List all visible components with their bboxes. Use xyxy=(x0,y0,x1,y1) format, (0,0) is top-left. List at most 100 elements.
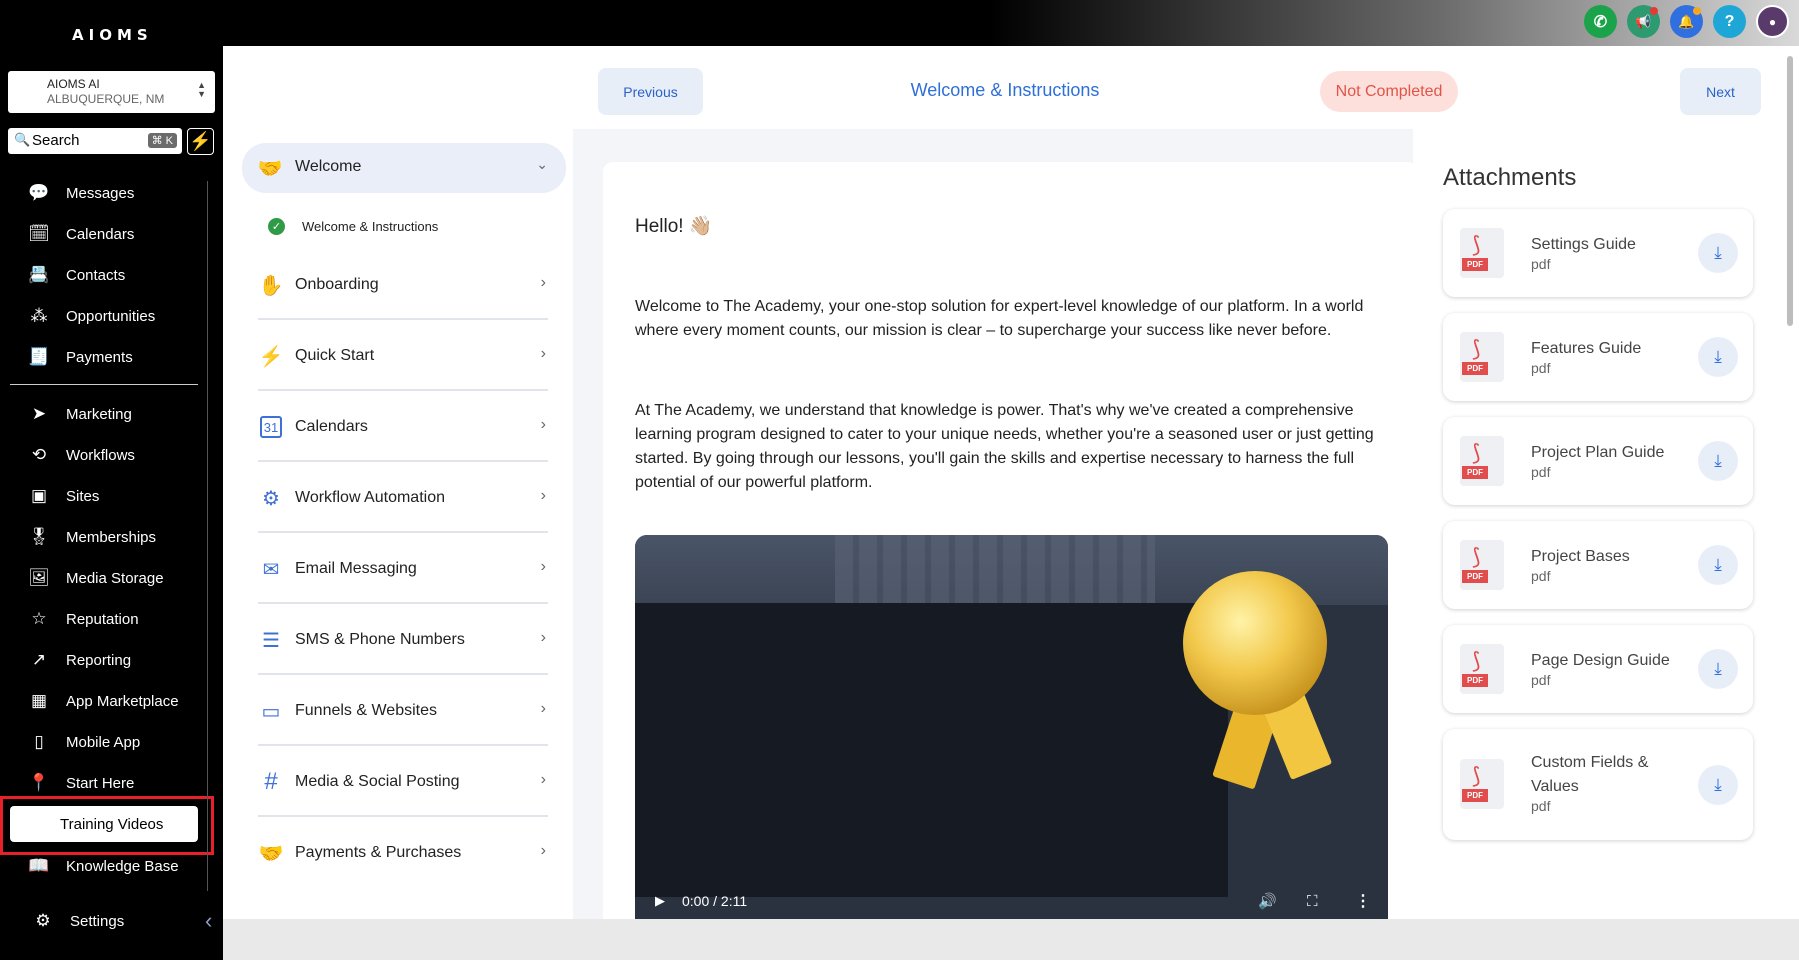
module-workflow-automation[interactable]: ⚙ Workflow Automation › xyxy=(258,463,548,533)
phone-icon[interactable]: ✆ xyxy=(1584,5,1617,38)
cloud-download-icon[interactable]: ⤓ xyxy=(1698,545,1738,585)
pdf-file-icon: ⟆ PDF xyxy=(1460,644,1504,694)
pdf-glyph: ⟆ xyxy=(1472,648,1481,673)
module-label: Calendars xyxy=(295,418,368,435)
sidebar-item-messages[interactable]: 💬 Messages xyxy=(28,179,134,207)
lesson-title: Welcome & Instructions xyxy=(910,80,1100,100)
attachment-card[interactable]: ⟆ PDF Project Bases pdf ⤓ xyxy=(1443,521,1753,609)
sidebar-item-knowledge-base[interactable]: 📖 Knowledge Base xyxy=(28,852,178,880)
sidebar-item-label: Messages xyxy=(66,184,135,202)
module-label: Email Messaging xyxy=(295,560,417,577)
pdf-glyph: ⟆ xyxy=(1472,763,1481,788)
location-switcher[interactable]: AIOMS AI ALBUQUERQUE, NM ▲ ▼ xyxy=(8,71,215,113)
star-icon: ☆ xyxy=(31,609,47,628)
sidebar-item-settings[interactable]: ⚙ Settings xyxy=(32,907,124,935)
sidebar-item-reputation[interactable]: ☆ Reputation xyxy=(28,605,139,633)
module-media-social[interactable]: # Media & Social Posting › xyxy=(258,747,548,817)
attachment-ext: pdf xyxy=(1531,672,1551,688)
attachment-card[interactable]: ⟆ PDF Custom Fields & Values pdf ⤓ xyxy=(1443,729,1753,840)
quick-actions-button[interactable]: ⚡ xyxy=(187,128,214,155)
sites-icon: ▣ xyxy=(30,486,48,505)
pdf-file-icon: ⟆ PDF xyxy=(1460,228,1504,278)
sidebar-item-app-marketplace[interactable]: ▦ App Marketplace xyxy=(28,687,179,715)
cloud-download-icon[interactable]: ⤓ xyxy=(1698,649,1738,689)
bolt-icon: ⚡ xyxy=(189,131,212,151)
module-label: Media & Social Posting xyxy=(295,773,460,790)
sidebar-item-opportunities[interactable]: ⁂ Opportunities xyxy=(28,302,156,330)
handshake-icon: 🤝 xyxy=(257,157,283,180)
search-input[interactable]: 🔍 Search ⌘ K xyxy=(8,128,182,154)
attachment-card[interactable]: ⟆ PDF Settings Guide pdf ⤓ xyxy=(1443,209,1753,297)
next-button[interactable]: Next xyxy=(1680,68,1761,115)
previous-button[interactable]: Previous xyxy=(598,68,703,115)
search-shortcut: ⌘ K xyxy=(147,133,177,148)
volume-icon[interactable]: 🔊 xyxy=(1258,892,1277,910)
module-payments-purchases[interactable]: 🤝 Payments & Purchases › xyxy=(258,818,548,888)
lesson-label: Welcome & Instructions xyxy=(302,218,439,234)
fullscreen-icon[interactable]: ⛶ xyxy=(1307,893,1318,910)
chevron-right-icon: › xyxy=(540,487,546,504)
video-time: 0:00 / 2:11 xyxy=(682,893,748,909)
chevron-right-icon: › xyxy=(540,558,546,575)
module-quick-start[interactable]: ⚡ Quick Start › xyxy=(258,321,548,391)
module-funnels-websites[interactable]: ▭ Funnels & Websites › xyxy=(258,676,548,746)
chevron-down-icon: ⌄ xyxy=(536,156,548,172)
collapse-sidebar-icon[interactable]: ‹ xyxy=(205,908,212,934)
sidebar-item-sites[interactable]: ▣ Sites xyxy=(28,482,99,510)
cloud-download-icon[interactable]: ⤓ xyxy=(1698,441,1738,481)
help-icon[interactable]: ? xyxy=(1713,5,1746,38)
sidebar-item-training-videos[interactable]: Training Videos xyxy=(10,806,198,842)
megaphone-icon[interactable]: 📢 xyxy=(1627,5,1660,38)
chevron-right-icon: › xyxy=(540,274,546,291)
sidebar-item-label: Payments xyxy=(66,348,133,366)
module-calendars[interactable]: 31 Calendars › xyxy=(258,392,548,462)
attachment-ext: pdf xyxy=(1531,256,1551,272)
sidebar-item-label: Settings xyxy=(70,912,125,930)
attachment-card[interactable]: ⟆ PDF Project Plan Guide pdf ⤓ xyxy=(1443,417,1753,505)
module-welcome[interactable]: 🤝 Welcome ⌄ xyxy=(242,143,566,193)
attachment-name: Project Bases xyxy=(1531,548,1630,565)
gear-icon: ⚙ xyxy=(35,911,51,930)
sidebar-item-workflows[interactable]: ⟲ Workflows xyxy=(28,441,135,469)
cloud-download-icon[interactable]: ⤓ xyxy=(1698,765,1738,805)
status-badge[interactable]: Not Completed xyxy=(1320,71,1458,112)
attachment-card[interactable]: ⟆ PDF Page Design Guide pdf ⤓ xyxy=(1443,625,1753,713)
cloud-download-icon[interactable]: ⤓ xyxy=(1698,337,1738,377)
sidebar-item-label: Reputation xyxy=(66,610,139,628)
attachment-ext: pdf xyxy=(1531,798,1551,814)
module-sms-phone[interactable]: ☰ SMS & Phone Numbers › xyxy=(258,605,548,675)
sidebar-item-mobile-app[interactable]: ▯ Mobile App xyxy=(28,728,140,756)
pdf-tag: PDF xyxy=(1462,466,1488,479)
sidebar-item-memberships[interactable]: 🎖 Memberships xyxy=(28,523,156,551)
more-options-icon[interactable]: ⋮ xyxy=(1355,891,1371,911)
chevron-right-icon: › xyxy=(540,700,546,717)
play-icon[interactable]: ▶ xyxy=(655,893,665,909)
cloud-download-icon[interactable]: ⤓ xyxy=(1698,233,1738,273)
bell-glyph: 🔔 xyxy=(1678,13,1695,29)
sidebar-scroll-track xyxy=(207,181,208,891)
module-onboarding[interactable]: ✋ Onboarding › xyxy=(258,250,548,320)
attachment-card[interactable]: ⟆ PDF Features Guide pdf ⤓ xyxy=(1443,313,1753,401)
sidebar-item-label: Workflows xyxy=(66,446,135,464)
sidebar-item-start-here[interactable]: 📍 Start Here xyxy=(28,769,134,797)
chevron-right-icon: › xyxy=(540,345,546,362)
sidebar-item-contacts[interactable]: 📇 Contacts xyxy=(28,261,125,289)
video-frame xyxy=(635,603,1228,897)
browser-icon: ▭ xyxy=(261,700,281,723)
sidebar-item-reporting[interactable]: ↗ Reporting xyxy=(28,646,131,674)
lesson-welcome-instructions[interactable]: ✓ Welcome & Instructions xyxy=(268,214,438,238)
video-player[interactable]: ▶ 0:00 / 2:11 🔊 ⛶ ⋮ xyxy=(635,535,1388,919)
sidebar-item-payments[interactable]: 🧾 Payments xyxy=(28,343,133,371)
search-label: Search xyxy=(32,132,80,149)
badge-icon: 🎖 xyxy=(28,527,50,546)
sidebar-item-marketing[interactable]: ➤ Marketing xyxy=(28,400,132,428)
module-email-messaging[interactable]: ✉ Email Messaging › xyxy=(258,534,548,604)
sidebar-item-calendars[interactable]: 🗓 Calendars xyxy=(28,220,134,248)
module-label: Workflow Automation xyxy=(295,489,445,506)
avatar[interactable]: ● xyxy=(1756,5,1789,38)
sidebar-item-label: Media Storage xyxy=(66,569,164,587)
vertical-scrollbar[interactable] xyxy=(1787,56,1793,326)
wave-hand-icon: ✋ xyxy=(258,274,284,297)
sidebar-item-media-storage[interactable]: 🖼 Media Storage xyxy=(28,564,164,592)
bell-icon[interactable]: 🔔 xyxy=(1670,5,1703,38)
